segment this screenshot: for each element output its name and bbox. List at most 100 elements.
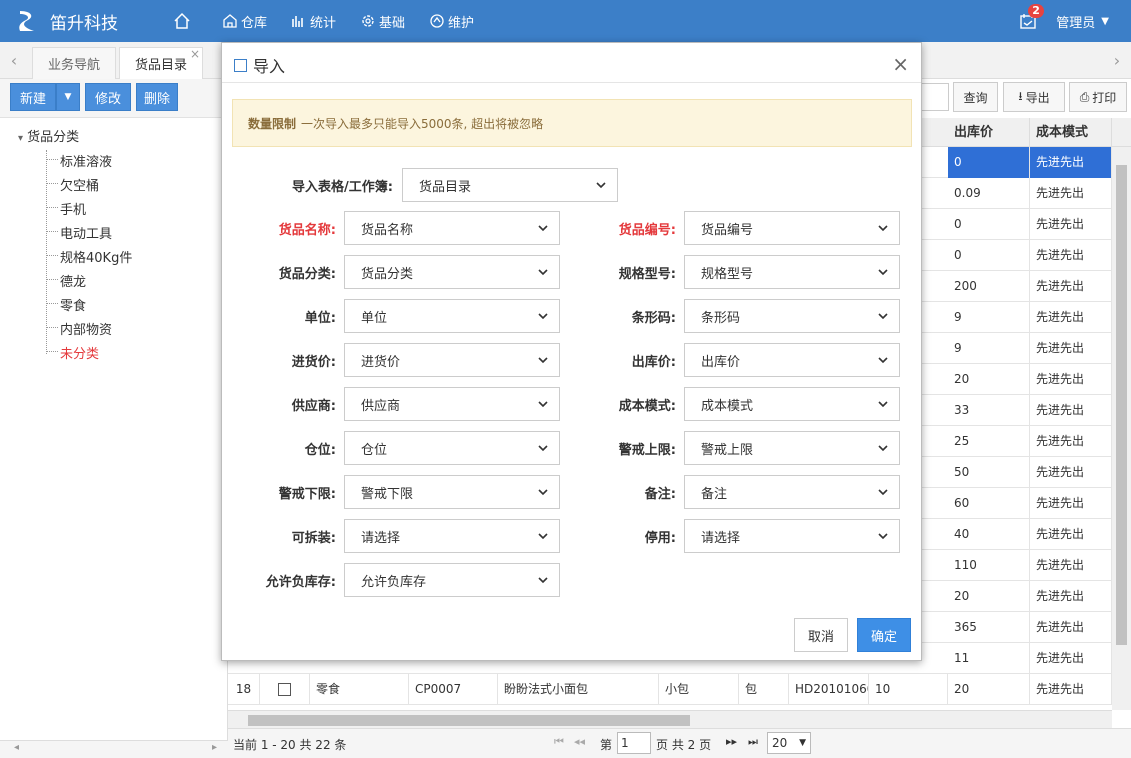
new-button[interactable]: 新建 <box>10 83 56 111</box>
field-mapping-select[interactable]: 警戒下限 <box>344 475 560 509</box>
field-mapping-select[interactable]: 备注 <box>684 475 900 509</box>
tree-item[interactable]: 标准溶液 <box>60 151 112 170</box>
chevron-down-icon: ▼ <box>799 738 806 748</box>
field-mapping-select[interactable]: 请选择 <box>344 519 560 553</box>
field-mapping-select[interactable]: 供应商 <box>344 387 560 421</box>
category-tree: ▾ 货品分类 标准溶液 欠空桶 手机 电动工具 规格40Kg件 德龙 零食 内部… <box>0 118 228 740</box>
printer-icon: ⎙ <box>1079 89 1090 104</box>
row-checkbox[interactable] <box>278 683 291 696</box>
tree-item[interactable]: 零食 <box>60 295 86 314</box>
cancel-button[interactable]: 取消 <box>794 618 848 652</box>
chevron-down-icon <box>878 269 888 276</box>
first-page-icon[interactable]: ⏮ <box>554 735 564 749</box>
column-header-cost-mode[interactable]: 成本模式 <box>1030 118 1112 147</box>
field-mapping-select[interactable]: 出库价 <box>684 343 900 377</box>
scroll-thumb[interactable] <box>1116 165 1127 645</box>
horizontal-scrollbar[interactable] <box>228 710 1112 728</box>
edit-button[interactable]: 修改 <box>85 83 131 111</box>
vertical-scrollbar[interactable] <box>1112 147 1131 710</box>
messages-button[interactable]: 2 <box>1008 0 1048 42</box>
chevron-down-icon <box>538 225 548 232</box>
query-button[interactable]: 查询 <box>953 82 998 112</box>
cell-price: 11 <box>948 643 1030 674</box>
nav-statistics[interactable]: 统计 <box>279 0 348 42</box>
chevron-down-icon <box>538 533 548 540</box>
field-label: 货品分类: <box>278 267 336 282</box>
confirm-button-label: 确定 <box>870 629 897 645</box>
home-button[interactable] <box>160 0 204 42</box>
field-mapping-select[interactable]: 警戒上限 <box>684 431 900 465</box>
search-input[interactable] <box>921 83 949 111</box>
tree-item[interactable]: 未分类 <box>60 343 99 362</box>
page-input[interactable]: 1 <box>617 732 651 754</box>
tab-scroll-left-icon[interactable]: ‹ <box>0 42 28 78</box>
left-scrollbar[interactable]: ◂ ▸ <box>0 740 228 758</box>
field-mapping-select[interactable]: 进货价 <box>344 343 560 377</box>
tab-scroll-right-icon[interactable]: › <box>1103 42 1131 78</box>
print-button[interactable]: ⎙ 打印 <box>1069 82 1127 112</box>
field-mapping-select[interactable]: 货品名称 <box>344 211 560 245</box>
field-mapping-value: 单位 <box>361 310 388 326</box>
export-button[interactable]: ⭳ 导出 <box>1003 82 1065 112</box>
nav-maintenance[interactable]: 维护 <box>417 0 486 42</box>
tree-item[interactable]: 手机 <box>60 199 86 218</box>
confirm-button[interactable]: 确定 <box>857 618 911 652</box>
field-mapping-select[interactable]: 仓位 <box>344 431 560 465</box>
caret-down-icon: ▼ <box>64 92 72 102</box>
chevron-down-icon <box>878 313 888 320</box>
field-mapping-select[interactable]: 条形码 <box>684 299 900 333</box>
tree-root[interactable]: ▾ 货品分类 <box>18 126 79 145</box>
cell-cost-mode: 先进先出 <box>1030 240 1112 271</box>
user-menu[interactable]: 管理员 ▼ <box>1056 12 1131 31</box>
field-mapping-select[interactable]: 单位 <box>344 299 560 333</box>
field-label: 供应商: <box>291 399 336 414</box>
field-mapping-select[interactable]: 成本模式 <box>684 387 900 421</box>
prev-page-icon[interactable]: ◂◂ <box>574 735 585 748</box>
cell-cost-mode: 先进先出 <box>1030 674 1112 705</box>
cell-price: 9 <box>948 302 1030 333</box>
scroll-right-icon[interactable]: ▸ <box>212 742 217 753</box>
nav-warehouse[interactable]: 仓库 <box>210 0 279 42</box>
cell-cost-mode: 先进先出 <box>1030 581 1112 612</box>
tree-expand-icon[interactable]: ▾ <box>18 133 23 144</box>
tree-item[interactable]: 内部物资 <box>60 319 112 338</box>
field-mapping-value: 规格型号 <box>701 266 754 282</box>
tab-product-catalog[interactable]: 货品目录 × <box>119 47 203 79</box>
chevron-down-icon <box>878 357 888 364</box>
field-mapping-value: 警戒下限 <box>361 486 414 502</box>
new-button-label: 新建 <box>19 91 46 107</box>
nav-maintenance-label: 维护 <box>448 15 475 31</box>
row-number: 18 <box>228 674 260 705</box>
field-mapping-select[interactable]: 请选择 <box>684 519 900 553</box>
tree-item[interactable]: 欠空桶 <box>60 175 99 194</box>
scroll-left-icon[interactable]: ◂ <box>14 742 19 753</box>
field-mapping-select[interactable]: 货品分类 <box>344 255 560 289</box>
tab-close-icon[interactable]: × <box>190 47 200 61</box>
sheet-select[interactable]: 货品目录 <box>402 168 618 202</box>
tree-item[interactable]: 规格40Kg件 <box>60 247 132 266</box>
table-row[interactable]: 18 零食 CP0007 盼盼法式小面包 小包 包 HD20101060 10 … <box>228 674 1112 705</box>
chevron-down-icon <box>878 401 888 408</box>
cell-cost-mode: 先进先出 <box>1030 643 1112 674</box>
chevron-down-icon <box>878 225 888 232</box>
cell-cost-mode: 先进先出 <box>1030 147 1112 178</box>
notification-badge: 2 <box>1028 4 1044 18</box>
scroll-thumb[interactable] <box>248 715 690 726</box>
tab-business-nav[interactable]: 业务导航 <box>32 47 116 79</box>
tree-item[interactable]: 德龙 <box>60 271 86 290</box>
nav-basics[interactable]: 基础 <box>348 0 417 42</box>
cell-spec: 小包 <box>659 674 739 705</box>
dialog-header: 导入 × <box>222 43 921 83</box>
field-mapping-select[interactable]: 允许负库存 <box>344 563 560 597</box>
field-mapping-select[interactable]: 货品编号 <box>684 211 900 245</box>
field-mapping-select[interactable]: 规格型号 <box>684 255 900 289</box>
new-dropdown-button[interactable]: ▼ <box>56 83 80 111</box>
tree-item[interactable]: 电动工具 <box>60 223 112 242</box>
page-size-select[interactable]: 20 ▼ <box>767 732 811 754</box>
close-icon[interactable]: × <box>892 52 909 76</box>
delete-button[interactable]: 删除 <box>136 83 178 111</box>
last-page-icon[interactable]: ⏭ <box>748 735 758 749</box>
column-header-price[interactable]: 出库价 <box>948 118 1030 147</box>
cell-price: 33 <box>948 395 1030 426</box>
next-page-icon[interactable]: ▸▸ <box>726 735 737 748</box>
